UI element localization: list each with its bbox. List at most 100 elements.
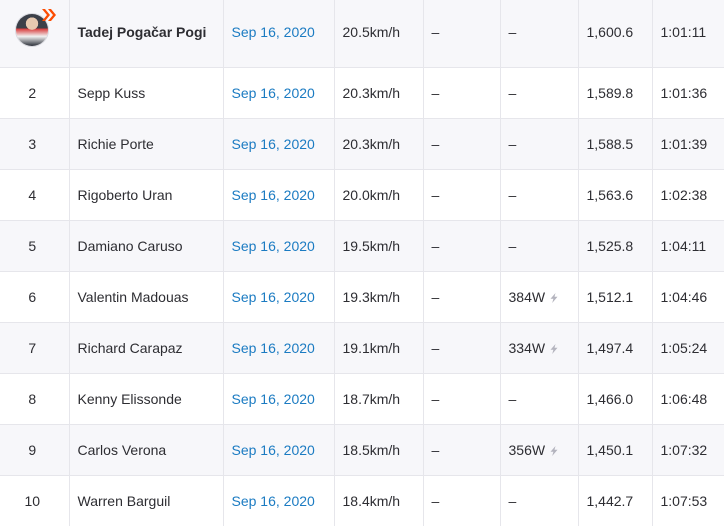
table-row[interactable]: 10 Warren Barguil Sep 16, 2020 18.4km/h – –1,… [0, 475, 724, 526]
time-cell: 1:07:53 [652, 475, 724, 526]
athlete-name-cell: Carlos Verona [69, 424, 224, 476]
speed-cell: 18.4km/h [334, 475, 424, 526]
power-value: – [508, 238, 517, 254]
power-value: 384W [508, 289, 546, 305]
heart-rate-cell: – [423, 475, 501, 526]
athlete-name[interactable]: Tadej Pogačar Pogi [78, 24, 207, 40]
athlete-name[interactable]: Sepp Kuss [78, 85, 146, 101]
athlete-name[interactable]: Warren Barguil [78, 493, 171, 509]
athlete-name-cell: Valentin Madouas [69, 271, 224, 323]
power-cell: – [500, 118, 579, 170]
leaderboard-body: Tadej Pogačar Pogi Sep 16, 2020 20.5km/h – –… [0, 0, 724, 526]
power-cell: – [500, 0, 579, 68]
rank-cell [0, 0, 70, 68]
date-cell: Sep 16, 2020 [223, 0, 335, 68]
athlete-name[interactable]: Rigoberto Uran [78, 187, 173, 203]
rank-number: 6 [28, 289, 37, 305]
activity-date-link[interactable]: Sep 16, 2020 [232, 340, 315, 356]
rank-number: 2 [28, 85, 37, 101]
rank-cell: 4 [0, 169, 70, 221]
heart-rate-cell: – [423, 373, 501, 425]
table-row[interactable]: 5 Damiano Caruso Sep 16, 2020 19.5km/h – –1,5… [0, 220, 724, 272]
rank-number: 8 [28, 391, 37, 407]
table-row[interactable]: 4 Rigoberto Uran Sep 16, 2020 20.0km/h – –1,5… [0, 169, 724, 221]
vam-cell: 1,466.0 [578, 373, 653, 425]
power-value: – [508, 136, 517, 152]
table-row[interactable]: 2 Sepp Kuss Sep 16, 2020 20.3km/h – –1,589.8 1… [0, 67, 724, 119]
rank-number: 9 [28, 442, 37, 458]
athlete-name-cell: Warren Barguil [69, 475, 224, 526]
power-cell: 384W [500, 271, 579, 323]
vam-cell: 1,497.4 [578, 322, 653, 374]
power-value: – [508, 23, 517, 40]
vam-cell: 1,589.8 [578, 67, 653, 119]
athlete-name-cell: Richie Porte [69, 118, 224, 170]
time-cell: 1:04:11 [652, 220, 724, 272]
power-cell: – [500, 373, 579, 425]
rank-cell: 2 [0, 67, 70, 119]
vam-cell: 1,563.6 [578, 169, 653, 221]
date-cell: Sep 16, 2020 [223, 475, 335, 526]
time-cell: 1:01:11 [652, 0, 724, 68]
date-cell: Sep 16, 2020 [223, 169, 335, 221]
speed-cell: 18.5km/h [334, 424, 424, 476]
table-row[interactable]: 3 Richie Porte Sep 16, 2020 20.3km/h – –1,588… [0, 118, 724, 170]
date-cell: Sep 16, 2020 [223, 220, 335, 272]
power-value: 334W [508, 340, 546, 356]
athlete-name[interactable]: Richie Porte [78, 136, 154, 152]
vam-cell: 1,588.5 [578, 118, 653, 170]
time-cell: 1:04:46 [652, 271, 724, 323]
date-cell: Sep 16, 2020 [223, 118, 335, 170]
power-cell: 356W [500, 424, 579, 476]
activity-date-link[interactable]: Sep 16, 2020 [232, 24, 315, 40]
speed-cell: 19.5km/h [334, 220, 424, 272]
activity-date-link[interactable]: Sep 16, 2020 [232, 238, 315, 254]
table-row[interactable]: 6 Valentin Madouas Sep 16, 2020 19.3km/h –38… [0, 271, 724, 323]
heart-rate-cell: – [423, 424, 501, 476]
activity-date-link[interactable]: Sep 16, 2020 [232, 136, 315, 152]
athlete-name[interactable]: Richard Carapaz [78, 340, 183, 356]
lightning-bolt-icon [550, 344, 558, 355]
table-row[interactable]: 9 Carlos Verona Sep 16, 2020 18.5km/h –356W 1… [0, 424, 724, 476]
power-cell: – [500, 475, 579, 526]
athlete-name[interactable]: Kenny Elissonde [78, 391, 182, 407]
activity-date-link[interactable]: Sep 16, 2020 [232, 289, 315, 305]
heart-rate-cell: – [423, 220, 501, 272]
rank-number: 5 [28, 238, 37, 254]
table-row[interactable]: 7 Richard Carapaz Sep 16, 2020 19.1km/h –334… [0, 322, 724, 374]
speed-cell: 20.0km/h [334, 169, 424, 221]
rank-cell: 9 [0, 424, 70, 476]
rank-number: 3 [28, 136, 37, 152]
rank-cell: 6 [0, 271, 70, 323]
time-cell: 1:06:48 [652, 373, 724, 425]
heart-rate-cell: – [423, 67, 501, 119]
segment-leaderboard-table: Tadej Pogačar Pogi Sep 16, 2020 20.5km/h – –… [0, 0, 724, 526]
activity-date-link[interactable]: Sep 16, 2020 [232, 391, 315, 407]
avatar[interactable] [16, 9, 57, 46]
vam-cell: 1,525.8 [578, 220, 653, 272]
time-cell: 1:05:24 [652, 322, 724, 374]
athlete-name-cell: Damiano Caruso [69, 220, 224, 272]
speed-cell: 20.5km/h [334, 0, 424, 68]
date-cell: Sep 16, 2020 [223, 373, 335, 425]
table-row[interactable]: 8 Kenny Elissonde Sep 16, 2020 18.7km/h – –1,… [0, 373, 724, 425]
rank-number: 7 [28, 340, 37, 356]
activity-date-link[interactable]: Sep 16, 2020 [232, 187, 315, 203]
vam-cell: 1,512.1 [578, 271, 653, 323]
athlete-name[interactable]: Carlos Verona [78, 442, 167, 458]
lightning-bolt-icon [550, 446, 558, 457]
rank-cell: 3 [0, 118, 70, 170]
date-cell: Sep 16, 2020 [223, 424, 335, 476]
activity-date-link[interactable]: Sep 16, 2020 [232, 85, 315, 101]
activity-date-link[interactable]: Sep 16, 2020 [232, 493, 315, 509]
table-row[interactable]: Tadej Pogačar Pogi Sep 16, 2020 20.5km/h – –… [0, 0, 724, 68]
date-cell: Sep 16, 2020 [223, 67, 335, 119]
athlete-name[interactable]: Valentin Madouas [78, 289, 189, 305]
power-value: – [508, 391, 517, 407]
athlete-name[interactable]: Damiano Caruso [78, 238, 183, 254]
date-cell: Sep 16, 2020 [223, 271, 335, 323]
rank-cell: 10 [0, 475, 70, 526]
athlete-name-cell: Tadej Pogačar Pogi [69, 0, 224, 68]
time-cell: 1:07:32 [652, 424, 724, 476]
activity-date-link[interactable]: Sep 16, 2020 [232, 442, 315, 458]
